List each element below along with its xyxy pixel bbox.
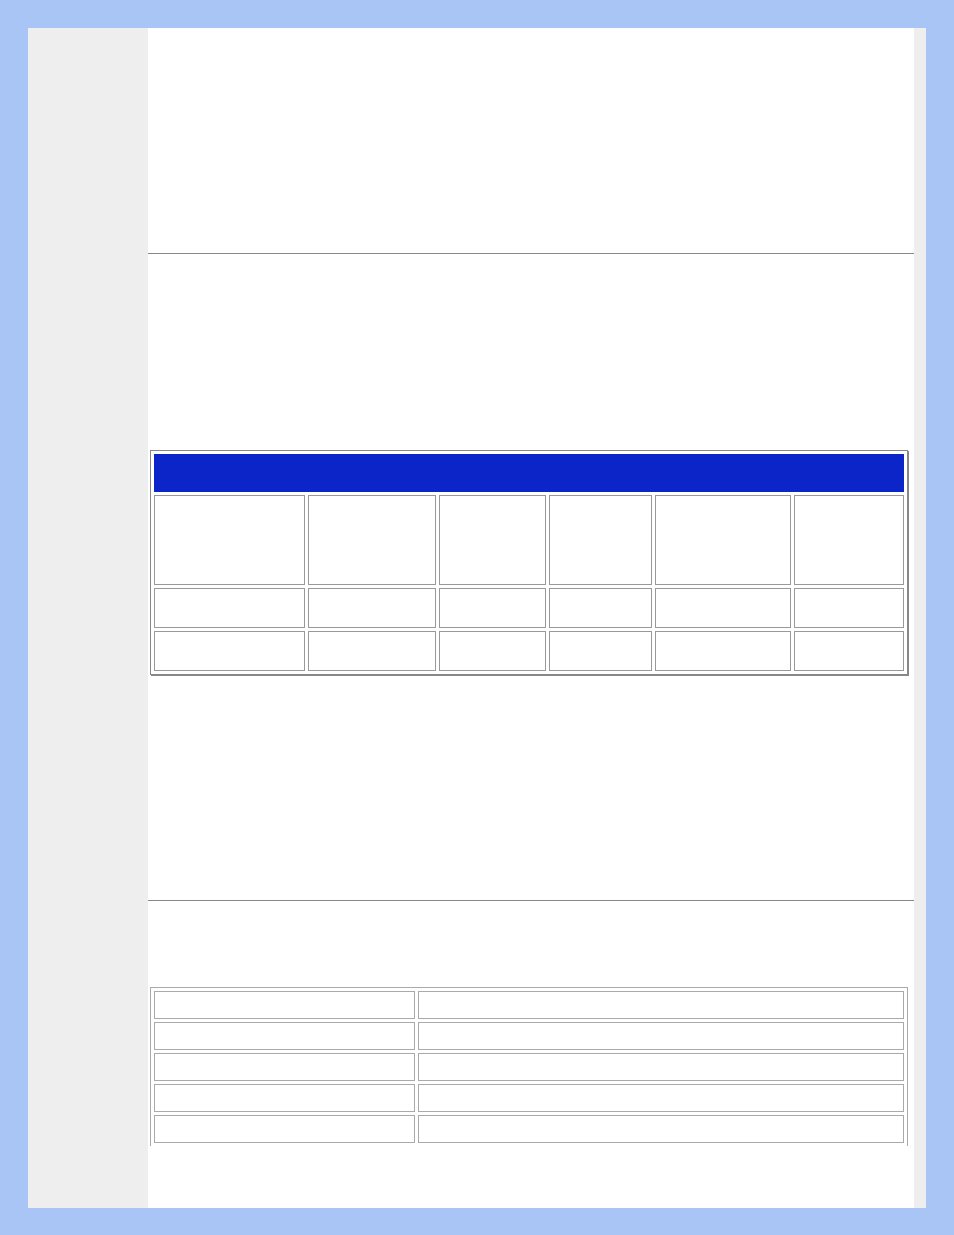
table-cell bbox=[549, 588, 652, 628]
table-row bbox=[154, 1084, 904, 1112]
section-divider-1 bbox=[148, 253, 914, 254]
table-row bbox=[154, 495, 904, 585]
table-cell bbox=[794, 631, 904, 671]
table-cell bbox=[418, 991, 904, 1019]
sidebar bbox=[28, 28, 148, 1208]
table-cell bbox=[154, 1053, 415, 1081]
table-cell bbox=[154, 1115, 415, 1143]
table-cell bbox=[154, 1084, 415, 1112]
page-container bbox=[28, 28, 926, 1208]
table-row bbox=[154, 588, 904, 628]
table-cell bbox=[655, 631, 791, 671]
table-cell bbox=[549, 631, 652, 671]
table-cell bbox=[549, 495, 652, 585]
table-cell bbox=[154, 495, 305, 585]
table-cell bbox=[308, 495, 437, 585]
table-cell bbox=[308, 588, 437, 628]
table-cell bbox=[418, 1053, 904, 1081]
section-divider-2 bbox=[148, 900, 914, 901]
table-row bbox=[154, 991, 904, 1019]
table-cell bbox=[794, 495, 904, 585]
table-cell bbox=[439, 588, 546, 628]
table-cell bbox=[439, 631, 546, 671]
table-cell bbox=[418, 1022, 904, 1050]
table1-header bbox=[154, 454, 904, 492]
table-cell bbox=[439, 495, 546, 585]
table-cell bbox=[154, 1022, 415, 1050]
table-row bbox=[154, 1022, 904, 1050]
table-row bbox=[154, 631, 904, 671]
table-cell bbox=[154, 631, 305, 671]
table-cell bbox=[655, 495, 791, 585]
table-row bbox=[154, 1053, 904, 1081]
data-table-2 bbox=[150, 987, 908, 1146]
data-table-1 bbox=[150, 450, 908, 675]
table-cell bbox=[154, 588, 305, 628]
table-row bbox=[154, 1115, 904, 1143]
table-cell bbox=[308, 631, 437, 671]
table-cell bbox=[154, 991, 415, 1019]
table-cell bbox=[418, 1115, 904, 1143]
main-content bbox=[148, 28, 914, 1208]
table-cell bbox=[418, 1084, 904, 1112]
table-cell bbox=[655, 588, 791, 628]
table-cell bbox=[794, 588, 904, 628]
right-margin bbox=[914, 28, 926, 1208]
table1-container bbox=[148, 450, 914, 675]
table2-container bbox=[148, 987, 914, 1146]
